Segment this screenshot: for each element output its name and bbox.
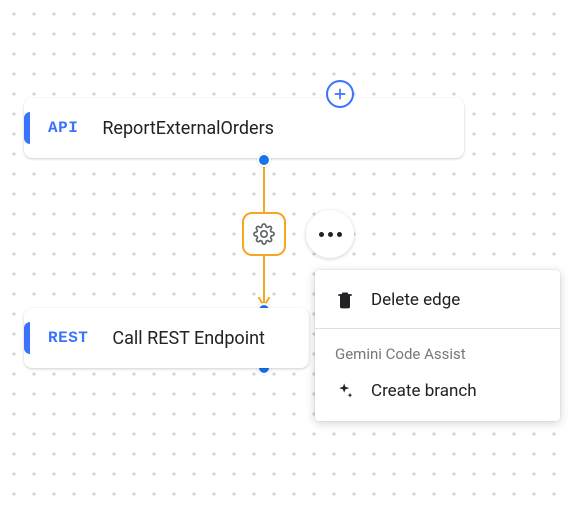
- node-type-tag: REST: [48, 329, 88, 347]
- node-accent: [24, 112, 30, 144]
- kebab-dot: [319, 232, 324, 237]
- node-accent: [24, 322, 30, 354]
- menu-divider: [315, 328, 560, 329]
- node-rest[interactable]: REST Call REST Endpoint: [24, 308, 309, 368]
- port-out-api[interactable]: [257, 153, 271, 167]
- node-api[interactable]: API ReportExternalOrders: [24, 98, 464, 158]
- edge-settings-button[interactable]: [242, 212, 286, 256]
- edge-context-menu: Delete edge Gemini Code Assist Create br…: [315, 270, 560, 421]
- node-title: Call REST Endpoint: [112, 328, 265, 349]
- edge-more-button[interactable]: [306, 210, 354, 258]
- plus-icon: [332, 86, 348, 102]
- gear-icon: [253, 223, 275, 245]
- kebab-dot: [337, 232, 342, 237]
- sparkle-icon: [335, 381, 355, 401]
- menu-item-label: Delete edge: [371, 290, 460, 310]
- node-title: ReportExternalOrders: [102, 118, 274, 139]
- menu-item-create-branch[interactable]: Create branch: [315, 369, 560, 413]
- menu-item-delete-edge[interactable]: Delete edge: [315, 278, 560, 322]
- node-type-tag: API: [48, 119, 78, 137]
- menu-item-label: Create branch: [371, 381, 477, 401]
- kebab-dot: [328, 232, 333, 237]
- menu-section-header: Gemini Code Assist: [315, 335, 560, 369]
- trash-icon: [335, 290, 355, 310]
- flow-canvas[interactable]: API ReportExternalOrders REST Call REST …: [0, 0, 568, 508]
- add-node-button[interactable]: [326, 80, 354, 108]
